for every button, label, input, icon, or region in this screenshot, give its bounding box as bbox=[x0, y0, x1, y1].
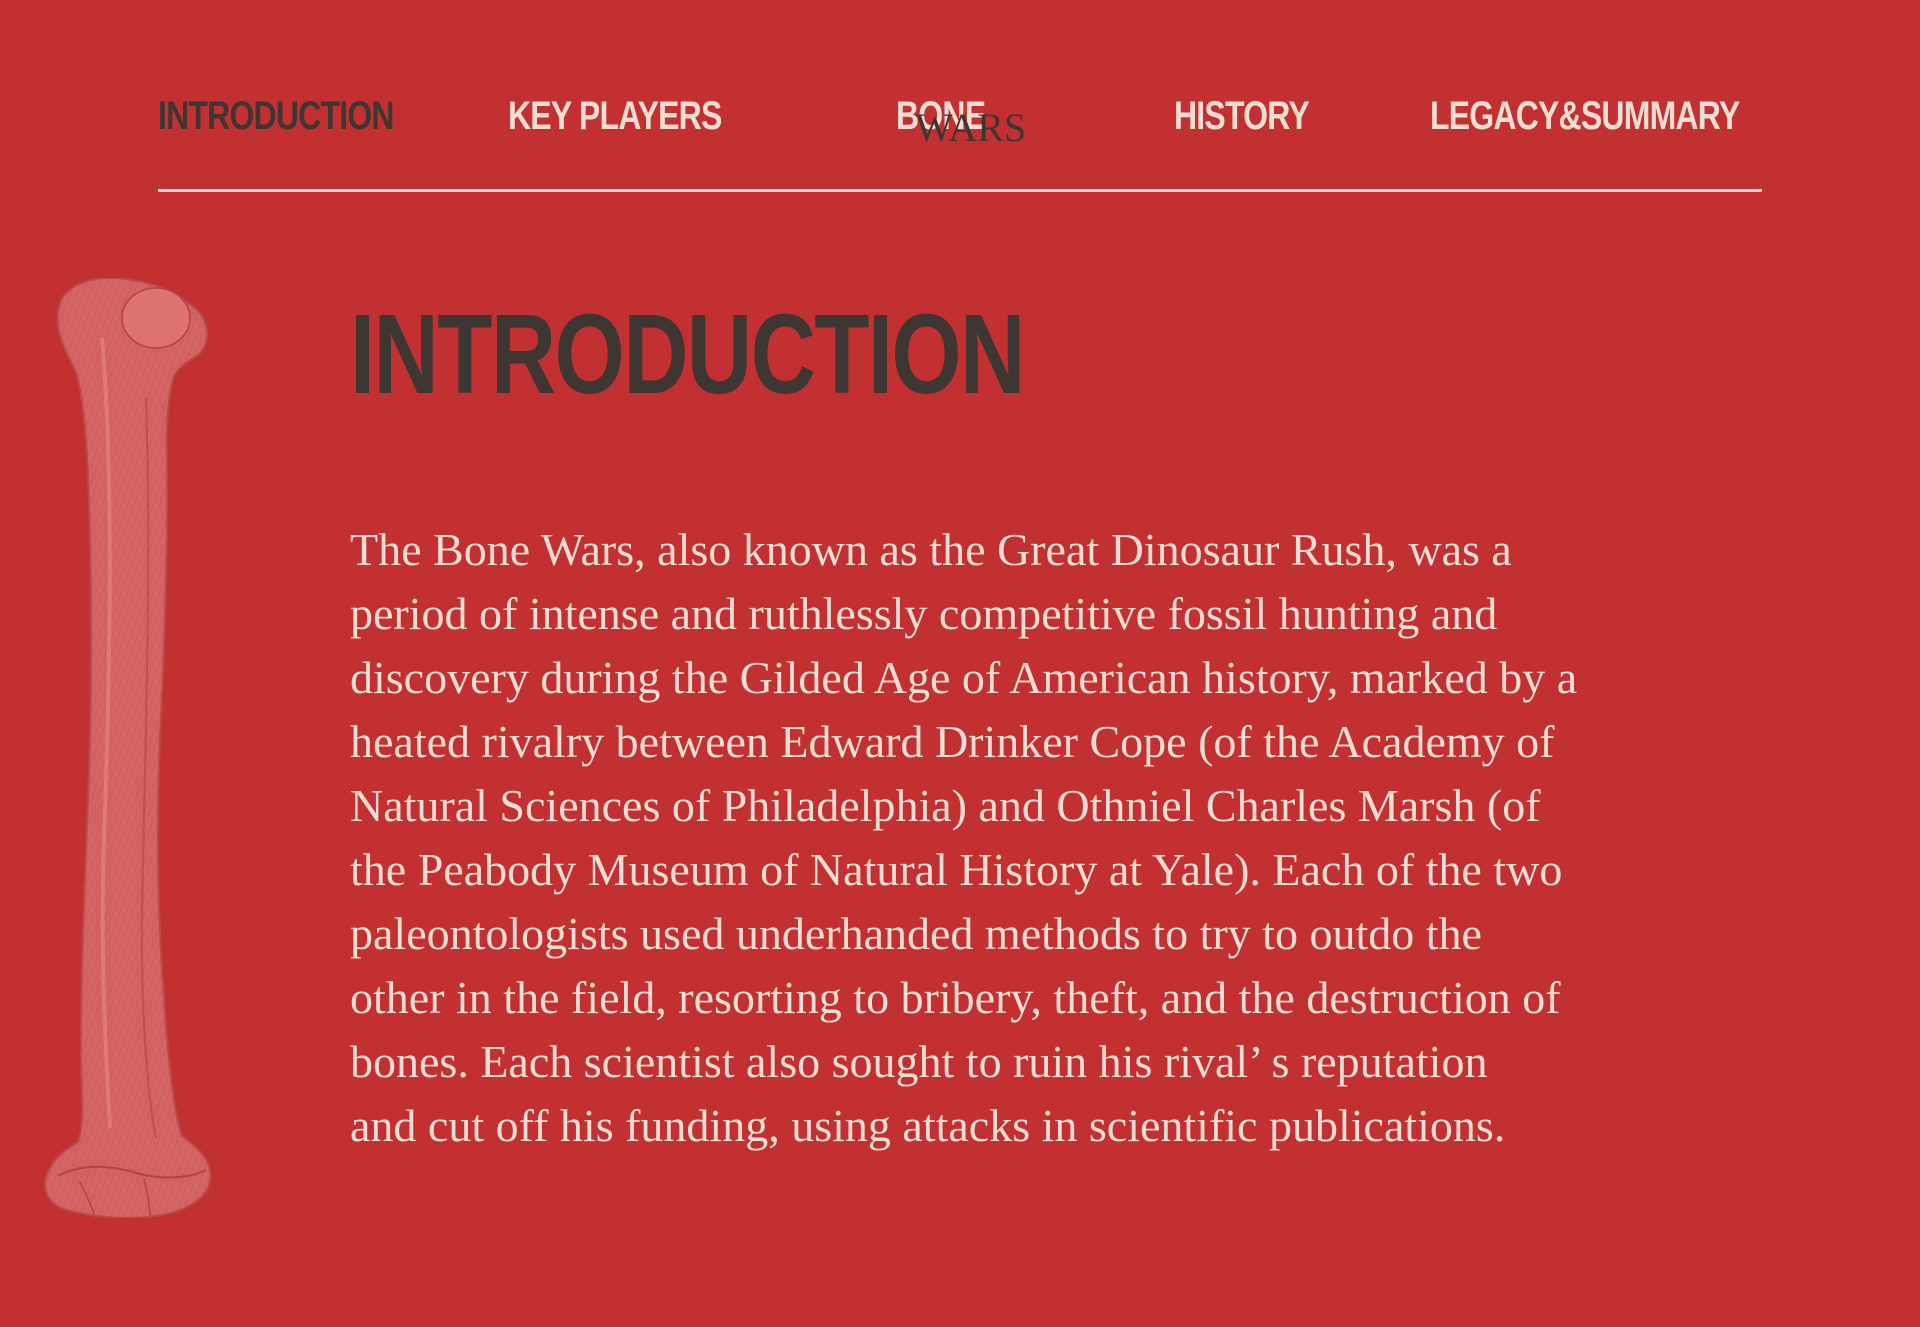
nav-legacy-summary[interactable]: LEGACY&SUMMARY bbox=[1430, 96, 1740, 136]
main-navigation: INTRODUCTION KEY PLAYERS BONE WARS HISTO… bbox=[158, 84, 1762, 192]
intro-line: heated rivalry between Edward Drinker Co… bbox=[350, 716, 1555, 767]
intro-line: Natural Sciences of Philadelphia) and Ot… bbox=[350, 780, 1541, 831]
intro-line: bones. Each scientist also sought to rui… bbox=[350, 1036, 1488, 1087]
intro-line: The Bone Wars, also known as the Great D… bbox=[350, 524, 1512, 575]
intro-line: paleontologists used underhanded methods… bbox=[350, 908, 1482, 959]
intro-line: other in the field, resorting to bribery… bbox=[350, 972, 1561, 1023]
nav-key-players[interactable]: KEY PLAYERS bbox=[508, 96, 722, 136]
intro-line: discovery during the Gilded Age of Ameri… bbox=[350, 652, 1578, 703]
femur-bone-illustration bbox=[44, 278, 212, 1218]
intro-line: the Peabody Museum of Natural History at… bbox=[350, 844, 1563, 895]
nav-wars-overlay: WARS bbox=[915, 105, 1027, 150]
intro-line: and cut off his funding, using attacks i… bbox=[350, 1100, 1506, 1151]
nav-history[interactable]: HISTORY bbox=[1174, 96, 1310, 136]
nav-introduction[interactable]: INTRODUCTION bbox=[158, 96, 395, 136]
intro-paragraph: The Bone Wars, also known as the Great D… bbox=[350, 518, 1790, 1158]
page-title: INTRODUCTION bbox=[350, 291, 1025, 417]
intro-line: period of intense and ruthlessly competi… bbox=[350, 588, 1498, 639]
